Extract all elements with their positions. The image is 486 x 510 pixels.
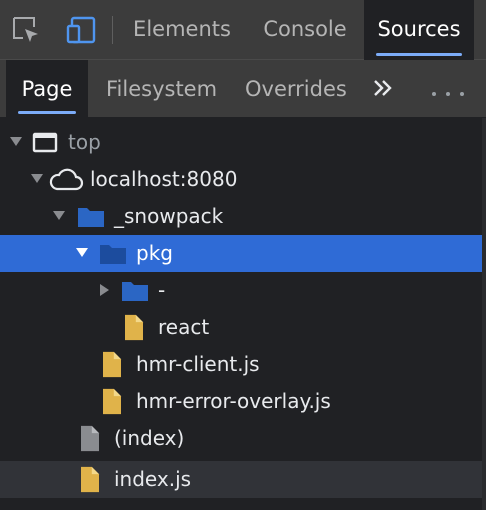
tree-item-hmr-client[interactable]: hmr-client.js (0, 346, 486, 383)
tree-item-label: index.js (114, 467, 192, 491)
frame-icon (32, 132, 58, 153)
tree-item-label: localhost:8080 (90, 167, 238, 191)
tree-item-label: hmr-error-overlay.js (136, 389, 331, 413)
folder-icon (122, 282, 148, 301)
tree-item-label: (index) (114, 426, 185, 450)
chevron-double-right-icon[interactable] (370, 74, 398, 102)
devtools-window: Elements Console Sources Page Filesystem… (0, 0, 486, 510)
file-js-icon (103, 388, 121, 415)
expand-arrow-icon[interactable] (10, 137, 22, 146)
tab-console[interactable]: Console (250, 0, 360, 60)
folder-icon (78, 208, 104, 227)
tree-item-cutoff (40, 503, 360, 510)
tree-item-react[interactable]: react (0, 309, 486, 346)
expand-arrow-icon[interactable] (31, 174, 43, 183)
tab-sources[interactable]: Sources (364, 0, 474, 60)
navigator-tab-bar: Page Filesystem Overrides (0, 60, 486, 118)
tree-item-label: _snowpack (114, 204, 224, 228)
file-document-icon (81, 425, 99, 452)
tab-filesystem[interactable]: Filesystem (106, 60, 217, 118)
tree-item-index-js[interactable]: index.js (0, 461, 486, 498)
tree-item-hmr-error-overlay[interactable]: hmr-error-overlay.js (0, 383, 486, 420)
tab-page[interactable]: Page (6, 60, 88, 118)
toolbar-divider (112, 16, 113, 44)
inspect-element-icon[interactable] (10, 14, 42, 46)
tree-item-label: hmr-client.js (136, 352, 260, 376)
file-js-icon (81, 466, 99, 493)
tree-item-dash-folder[interactable]: - (0, 272, 486, 309)
expand-arrow-icon[interactable] (53, 211, 65, 220)
tab-elements[interactable]: Elements (122, 0, 242, 60)
file-js-icon (103, 351, 121, 378)
tree-item-label: top (68, 130, 101, 154)
tree-item-index-html[interactable]: (index) (0, 420, 486, 457)
tree-item-snowpack[interactable]: _snowpack (0, 198, 486, 235)
collapse-arrow-icon[interactable] (100, 284, 109, 296)
main-tab-bar: Elements Console Sources (0, 0, 486, 60)
file-tree: top localhost:8080 _snowpack pkg - react… (0, 118, 486, 510)
scrollbar-track[interactable] (482, 118, 486, 510)
tree-item-localhost[interactable]: localhost:8080 (0, 161, 486, 198)
folder-icon (100, 245, 126, 264)
more-horizontal-icon[interactable] (428, 84, 468, 96)
cloud-icon (49, 168, 84, 191)
tree-item-label: react (158, 315, 210, 339)
tree-item-label: pkg (136, 241, 173, 265)
tab-overrides[interactable]: Overrides (245, 60, 347, 118)
file-js-icon (125, 314, 143, 341)
device-toolbar-icon[interactable] (66, 14, 98, 46)
tree-item-pkg[interactable]: pkg (0, 235, 486, 272)
tree-item-top[interactable]: top (0, 124, 486, 161)
expand-arrow-icon[interactable] (76, 248, 88, 257)
tree-item-label: - (158, 278, 166, 302)
